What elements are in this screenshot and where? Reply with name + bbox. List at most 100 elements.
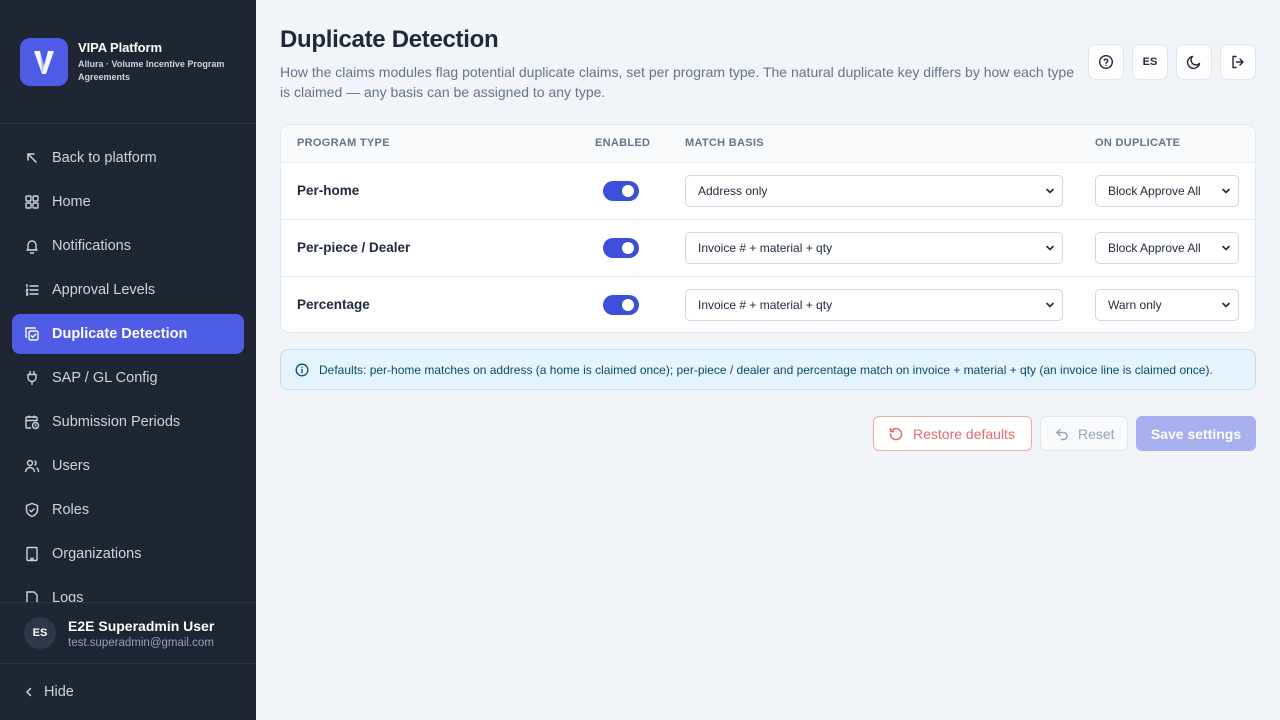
file-icon — [26, 591, 38, 602]
on-duplicate-value: Warn only — [1108, 298, 1162, 312]
enabled-toggle[interactable] — [603, 181, 639, 201]
help-circle-icon — [1098, 54, 1114, 70]
sidebar-item-users[interactable]: Users — [12, 446, 244, 486]
sidebar-item-label: Duplicate Detection — [52, 326, 188, 342]
plug-icon — [27, 370, 37, 386]
program-type-label: Per-piece / Dealer — [297, 240, 411, 255]
info-text: Defaults: per-home matches on address (a… — [319, 362, 1213, 377]
user-email: test.superadmin@gmail.com — [68, 636, 214, 649]
chevron-down-icon — [1046, 188, 1054, 194]
sidebar-item-logs[interactable]: Logs — [12, 578, 244, 602]
match-basis-select[interactable]: Invoice # + material + qty — [685, 289, 1063, 321]
match-basis-value: Invoice # + material + qty — [698, 241, 833, 255]
sidebar-item-organizations[interactable]: Organizations — [12, 534, 244, 574]
rotate-ccw-icon — [889, 427, 903, 440]
program-type-label: Percentage — [297, 297, 370, 312]
list-ordered-icon — [25, 284, 39, 296]
sidebar-item-home[interactable]: Home — [12, 182, 244, 222]
sidebar-item-label: Approval Levels — [52, 282, 156, 298]
help-button[interactable] — [1088, 44, 1124, 80]
chevron-down-icon — [1222, 245, 1230, 251]
chevron-down-icon — [1222, 302, 1230, 308]
grid-icon — [25, 195, 39, 209]
calendar-clock-icon — [25, 415, 40, 430]
defaults-info-banner: Defaults: per-home matches on address (a… — [280, 349, 1256, 390]
chevron-down-icon — [1222, 188, 1230, 194]
moon-icon — [1186, 55, 1201, 70]
user-name: E2E Superadmin User — [68, 617, 215, 634]
on-duplicate-select[interactable]: Block Approve All — [1095, 175, 1239, 207]
sidebar-item-label: Logs — [52, 590, 84, 602]
save-settings-button[interactable]: Save settings — [1136, 416, 1256, 451]
on-duplicate-select[interactable]: Warn only — [1095, 289, 1239, 321]
info-icon — [295, 363, 309, 376]
sidebar-item-submission-periods[interactable]: Submission Periods — [12, 402, 244, 442]
enabled-toggle[interactable] — [603, 295, 639, 315]
column-header-enabled: ENABLED — [595, 137, 651, 149]
sidebar-item-label: Home — [52, 194, 91, 210]
sidebar-item-label: Users — [52, 458, 90, 474]
sidebar-item-notifications[interactable]: Notifications — [12, 226, 244, 266]
match-basis-value: Invoice # + material + qty — [698, 298, 833, 312]
sidebar-item-approval-levels[interactable]: Approval Levels — [12, 270, 244, 310]
match-basis-value: Address only — [698, 184, 768, 198]
hide-label: Hide — [44, 684, 74, 700]
chevron-down-icon — [1046, 245, 1054, 251]
match-basis-select[interactable]: Invoice # + material + qty — [685, 232, 1063, 264]
logout-icon — [1232, 55, 1244, 69]
logout-button[interactable] — [1220, 44, 1256, 80]
duplicate-settings-table: PROGRAM TYPE ENABLED MATCH BASIS ON DUPL… — [280, 124, 1256, 333]
table-row: Per-home Address only Block Approve All — [281, 163, 1255, 220]
user-profile[interactable]: ES E2E Superadmin User test.superadmin@g… — [0, 602, 256, 664]
on-duplicate-value: Block Approve All — [1108, 184, 1201, 198]
hide-sidebar-button[interactable]: Hide — [0, 664, 256, 720]
bell-icon — [26, 240, 38, 254]
sidebar-item-sap-gl-config[interactable]: SAP / GL Config — [12, 358, 244, 398]
match-basis-select[interactable]: Address only — [685, 175, 1063, 207]
language-button[interactable]: ES — [1132, 44, 1168, 80]
sidebar-item-duplicate-detection[interactable]: Duplicate Detection — [12, 314, 244, 354]
header-actions: ES — [1088, 44, 1256, 80]
copy-check-icon — [25, 327, 39, 341]
restore-defaults-button[interactable]: Restore defaults — [873, 416, 1032, 451]
sidebar-item-label: Organizations — [52, 546, 142, 562]
sidebar-item-label: SAP / GL Config — [52, 370, 158, 386]
restore-label: Restore defaults — [913, 425, 1015, 442]
program-type-label: Per-home — [297, 183, 360, 198]
on-duplicate-select[interactable]: Block Approve All — [1095, 232, 1239, 264]
reset-button[interactable]: Reset — [1040, 416, 1128, 451]
theme-toggle-button[interactable] — [1176, 44, 1212, 80]
table-row: Percentage Invoice # + material + qty Wa… — [281, 277, 1255, 332]
chevron-down-icon — [1046, 302, 1054, 308]
undo-icon — [1056, 428, 1068, 440]
page-subtitle: How the claims modules flag potential du… — [280, 64, 1075, 100]
sidebar-item-back-to-platform[interactable]: Back to platform — [12, 138, 244, 178]
vipa-logo-icon — [20, 38, 68, 86]
chevron-left-icon — [25, 687, 32, 697]
shield-check-icon — [25, 502, 39, 518]
table-row: Per-piece / Dealer Invoice # + material … — [281, 220, 1255, 277]
reset-label: Reset — [1078, 425, 1115, 442]
sidebar-item-label: Roles — [52, 502, 90, 518]
brand-title: VIPA Platform — [78, 40, 162, 55]
column-header-program-type: PROGRAM TYPE — [297, 137, 390, 149]
avatar: ES — [24, 617, 56, 649]
main-content: Duplicate Detection How the claims modul… — [256, 0, 1280, 720]
brand-subtitle: Allura · Volume Incentive Program Agreem… — [78, 59, 225, 82]
on-duplicate-value: Block Approve All — [1108, 241, 1201, 255]
sidebar: VIPA Platform Allura · Volume Incentive … — [0, 0, 256, 720]
sidebar-item-label: Submission Periods — [52, 414, 181, 430]
arrow-up-left-icon — [27, 153, 37, 163]
sidebar-item-label: Notifications — [52, 238, 131, 254]
users-icon — [24, 459, 40, 473]
column-header-on-duplicate: ON DUPLICATE — [1095, 137, 1181, 149]
enabled-toggle[interactable] — [603, 238, 639, 258]
brand: VIPA Platform Allura · Volume Incentive … — [0, 0, 256, 124]
form-actions: Restore defaults Reset Save settings — [873, 416, 1256, 451]
sidebar-item-roles[interactable]: Roles — [12, 490, 244, 530]
page-title: Duplicate Detection — [280, 26, 499, 53]
sidebar-nav: Back to platform Home Notifications Appr… — [12, 138, 244, 602]
building-icon — [26, 546, 38, 562]
table-header: PROGRAM TYPE ENABLED MATCH BASIS ON DUPL… — [281, 125, 1255, 163]
column-header-match-basis: MATCH BASIS — [685, 137, 764, 149]
